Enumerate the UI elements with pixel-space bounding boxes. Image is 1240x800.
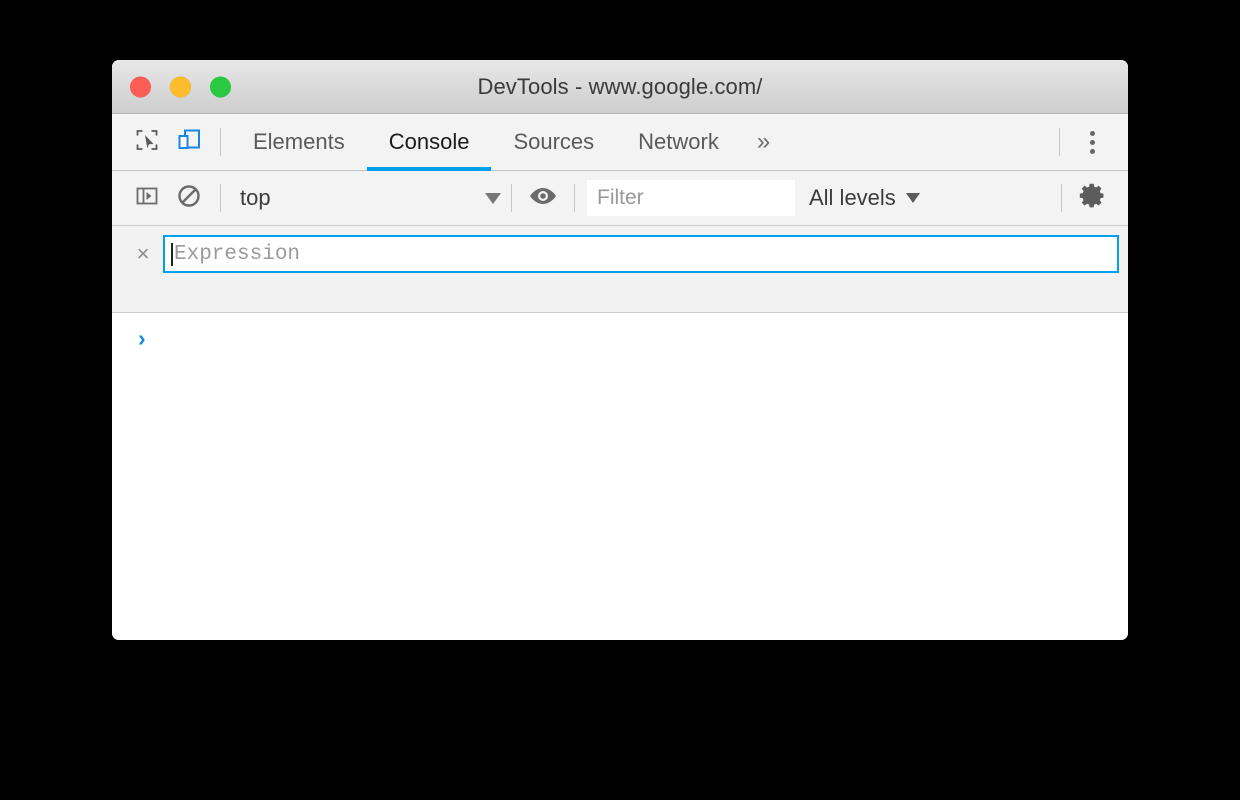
console-toolbar-divider-4 <box>1061 184 1062 212</box>
tabbar-right-group <box>1049 121 1114 163</box>
clear-console-button[interactable] <box>168 177 210 219</box>
tab-console[interactable]: Console <box>366 114 492 171</box>
execution-context-value: top <box>240 185 271 210</box>
chevron-down-icon <box>485 192 501 204</box>
console-toolbar: top All levels <box>112 171 1128 226</box>
clear-console-icon <box>176 183 202 214</box>
tab-network[interactable]: Network <box>616 114 741 170</box>
tab-label: Network <box>638 129 719 154</box>
tab-sources[interactable]: Sources <box>491 114 616 170</box>
console-sidebar-toggle-icon <box>135 184 159 213</box>
remove-live-expression-button[interactable]: × <box>130 241 156 267</box>
text-cursor <box>171 242 173 266</box>
kebab-dot-icon <box>1089 130 1095 136</box>
live-expression-pane: × Expression <box>112 226 1128 313</box>
console-message-area[interactable]: › <box>112 313 1128 640</box>
tab-label: Sources <box>513 129 595 154</box>
console-prompt-icon: › <box>138 324 146 351</box>
console-settings-button[interactable] <box>1072 177 1114 219</box>
tab-label: Console <box>388 129 470 154</box>
more-tabs-button[interactable]: » <box>741 114 786 170</box>
devtools-tabbar: Elements Console Sources Network » <box>112 114 1128 171</box>
tab-elements[interactable]: Elements <box>231 114 367 170</box>
device-toolbar-icon <box>175 126 203 159</box>
panel-tabs: Elements Console Sources Network » <box>231 114 786 171</box>
console-toolbar-divider-3 <box>574 184 575 212</box>
kebab-dot-icon <box>1089 148 1095 154</box>
inspect-element-button[interactable] <box>126 121 168 163</box>
tabbar-divider <box>220 128 221 156</box>
settings-gear-icon <box>1079 182 1107 215</box>
window-title: DevTools - www.google.com/ <box>477 73 763 99</box>
traffic-lights <box>130 76 231 97</box>
kebab-dot-icon <box>1089 139 1095 145</box>
chevron-double-right-icon: » <box>756 128 771 155</box>
chevron-down-icon <box>905 193 920 203</box>
log-levels-selector[interactable]: All levels <box>795 185 934 211</box>
window-titlebar: DevTools - www.google.com/ <box>112 60 1128 114</box>
console-sidebar-toggle-button[interactable] <box>126 177 168 219</box>
zoom-window-button[interactable] <box>210 76 231 97</box>
console-toolbar-divider-1 <box>220 184 221 212</box>
log-levels-label: All levels <box>809 185 896 210</box>
create-live-expression-button[interactable] <box>522 177 564 219</box>
device-toolbar-button[interactable] <box>168 121 210 163</box>
console-toolbar-right-group <box>1051 177 1114 219</box>
execution-context-selector[interactable]: top <box>231 181 501 215</box>
close-window-button[interactable] <box>130 76 151 97</box>
console-prompt-row[interactable]: › <box>112 323 1128 353</box>
minimize-window-button[interactable] <box>170 76 191 97</box>
tab-label: Elements <box>253 129 345 154</box>
console-filter-input[interactable] <box>587 180 795 216</box>
live-expression-placeholder: Expression <box>174 242 301 266</box>
live-expression-row: × Expression <box>112 235 1128 273</box>
live-expression-eye-icon <box>528 185 558 212</box>
inspect-element-icon <box>134 127 160 158</box>
console-toolbar-divider-2 <box>511 184 512 212</box>
devtools-window: DevTools - www.google.com/ Elements Cons… <box>112 60 1128 640</box>
live-expression-input[interactable]: Expression <box>163 235 1119 273</box>
tabbar-right-divider <box>1059 128 1060 156</box>
main-menu-button[interactable] <box>1070 121 1114 163</box>
